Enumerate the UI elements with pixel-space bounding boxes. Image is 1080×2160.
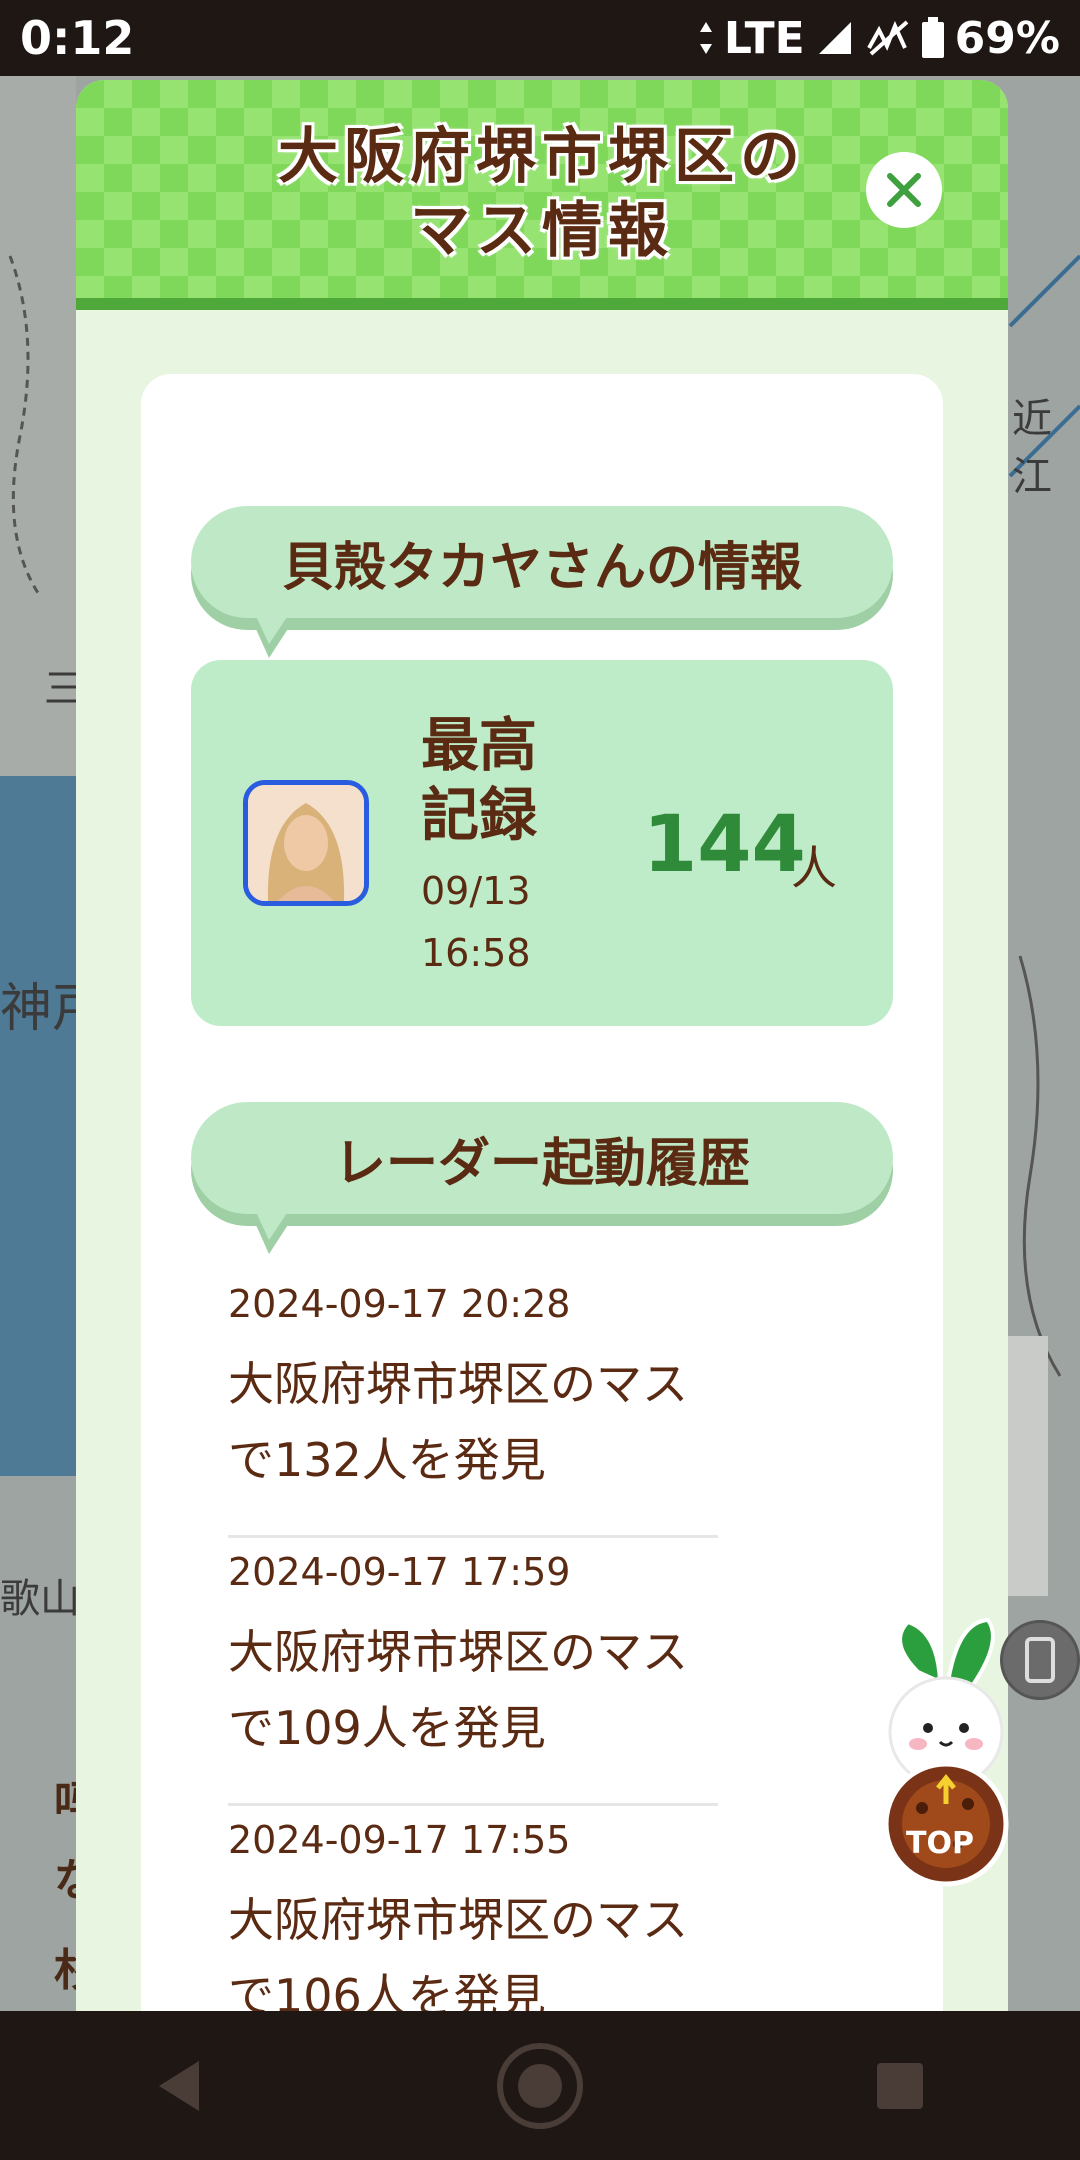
user-info-heading-text: 貝殻タカヤさんの情報 [281, 537, 802, 598]
status-time: 0:12 [20, 11, 135, 65]
record-date: 09/13 [421, 869, 531, 913]
navigation-bar [0, 2011, 1080, 2160]
modal-title-line2: マス情報 [410, 196, 674, 266]
no-signal-icon [865, 18, 911, 58]
user-info-heading: 貝殻タカヤさんの情報 [191, 506, 893, 658]
history-date: 2024-09-17 20:28 [228, 1282, 571, 1326]
record-unit: 人 [791, 841, 837, 895]
history-text: 大阪府堺市堺区のマスで132人を発見 [228, 1357, 688, 1487]
avatar-image [248, 785, 364, 901]
record-datetime: 09/13 16:58 [421, 860, 531, 984]
back-triangle-icon [159, 2060, 199, 2111]
network-type: LTE [723, 12, 805, 64]
best-record-box: 最高 記録 09/13 16:58 144 人 [191, 660, 893, 1026]
radar-history-heading-text: レーダー起動履歴 [333, 1133, 750, 1194]
radish-mascot-icon [883, 1617, 1009, 1887]
back-button[interactable] [120, 2026, 240, 2146]
top-button-label: TOP [906, 1826, 974, 1861]
signal-icon [815, 18, 855, 58]
map-label: 歌山 [0, 1576, 80, 1622]
data-arrows-icon [698, 20, 714, 56]
bubble-tail [255, 1210, 289, 1240]
record-label: 最高 記録 [421, 710, 551, 850]
history-date: 2024-09-17 17:59 [228, 1550, 571, 1594]
history-item: 2024-09-17 20:28 大阪府堺市堺区のマスで132人を発見 [228, 1270, 718, 1538]
history-date: 2024-09-17 17:55 [228, 1818, 571, 1862]
history-item: 2024-09-17 17:55 大阪府堺市堺区のマスで106人を発見 [228, 1806, 718, 2011]
history-item: 2024-09-17 17:59 大阪府堺市堺区のマスで109人を発見 [228, 1538, 718, 1806]
battery-icon [921, 17, 945, 59]
radar-history-heading: レーダー起動履歴 [191, 1102, 893, 1254]
record-time: 16:58 [421, 931, 531, 975]
home-circle-icon [497, 2042, 583, 2129]
record-label-line1: 最高 [421, 711, 538, 779]
status-bar: 0:12 LTE 69% [0, 0, 1080, 76]
scroll-top-button[interactable]: TOP [878, 1612, 1014, 1912]
home-button[interactable] [480, 2026, 600, 2146]
modal-header: 大阪府堺市堺区の マス情報 [76, 80, 1008, 310]
bubble-tail [255, 614, 289, 644]
recents-button[interactable] [840, 2026, 960, 2146]
history-text: 大阪府堺市堺区のマスで109人を発見 [228, 1625, 688, 1755]
recents-square-icon [877, 2062, 923, 2109]
avatar[interactable] [243, 780, 369, 906]
close-button[interactable] [866, 152, 942, 228]
battery-level: 69% [954, 12, 1060, 64]
mass-info-modal: 大阪府堺市堺区の マス情報 貝殻タカヤさんの情報 最高 記録 09/13 16:… [76, 80, 1008, 2011]
record-count: 144 [643, 800, 806, 890]
record-label-line2: 記録 [421, 781, 538, 849]
history-text: 大阪府堺市堺区のマスで106人を発見 [228, 1893, 688, 2011]
modal-title: 大阪府堺市堺区の マス情報 [176, 120, 908, 268]
modal-title-line1: 大阪府堺市堺区の [278, 122, 806, 192]
status-icons: LTE 69% [698, 13, 1060, 64]
close-icon [887, 173, 921, 207]
phone-icon [1025, 1637, 1055, 1683]
map-label: 近江 [1012, 396, 1052, 500]
